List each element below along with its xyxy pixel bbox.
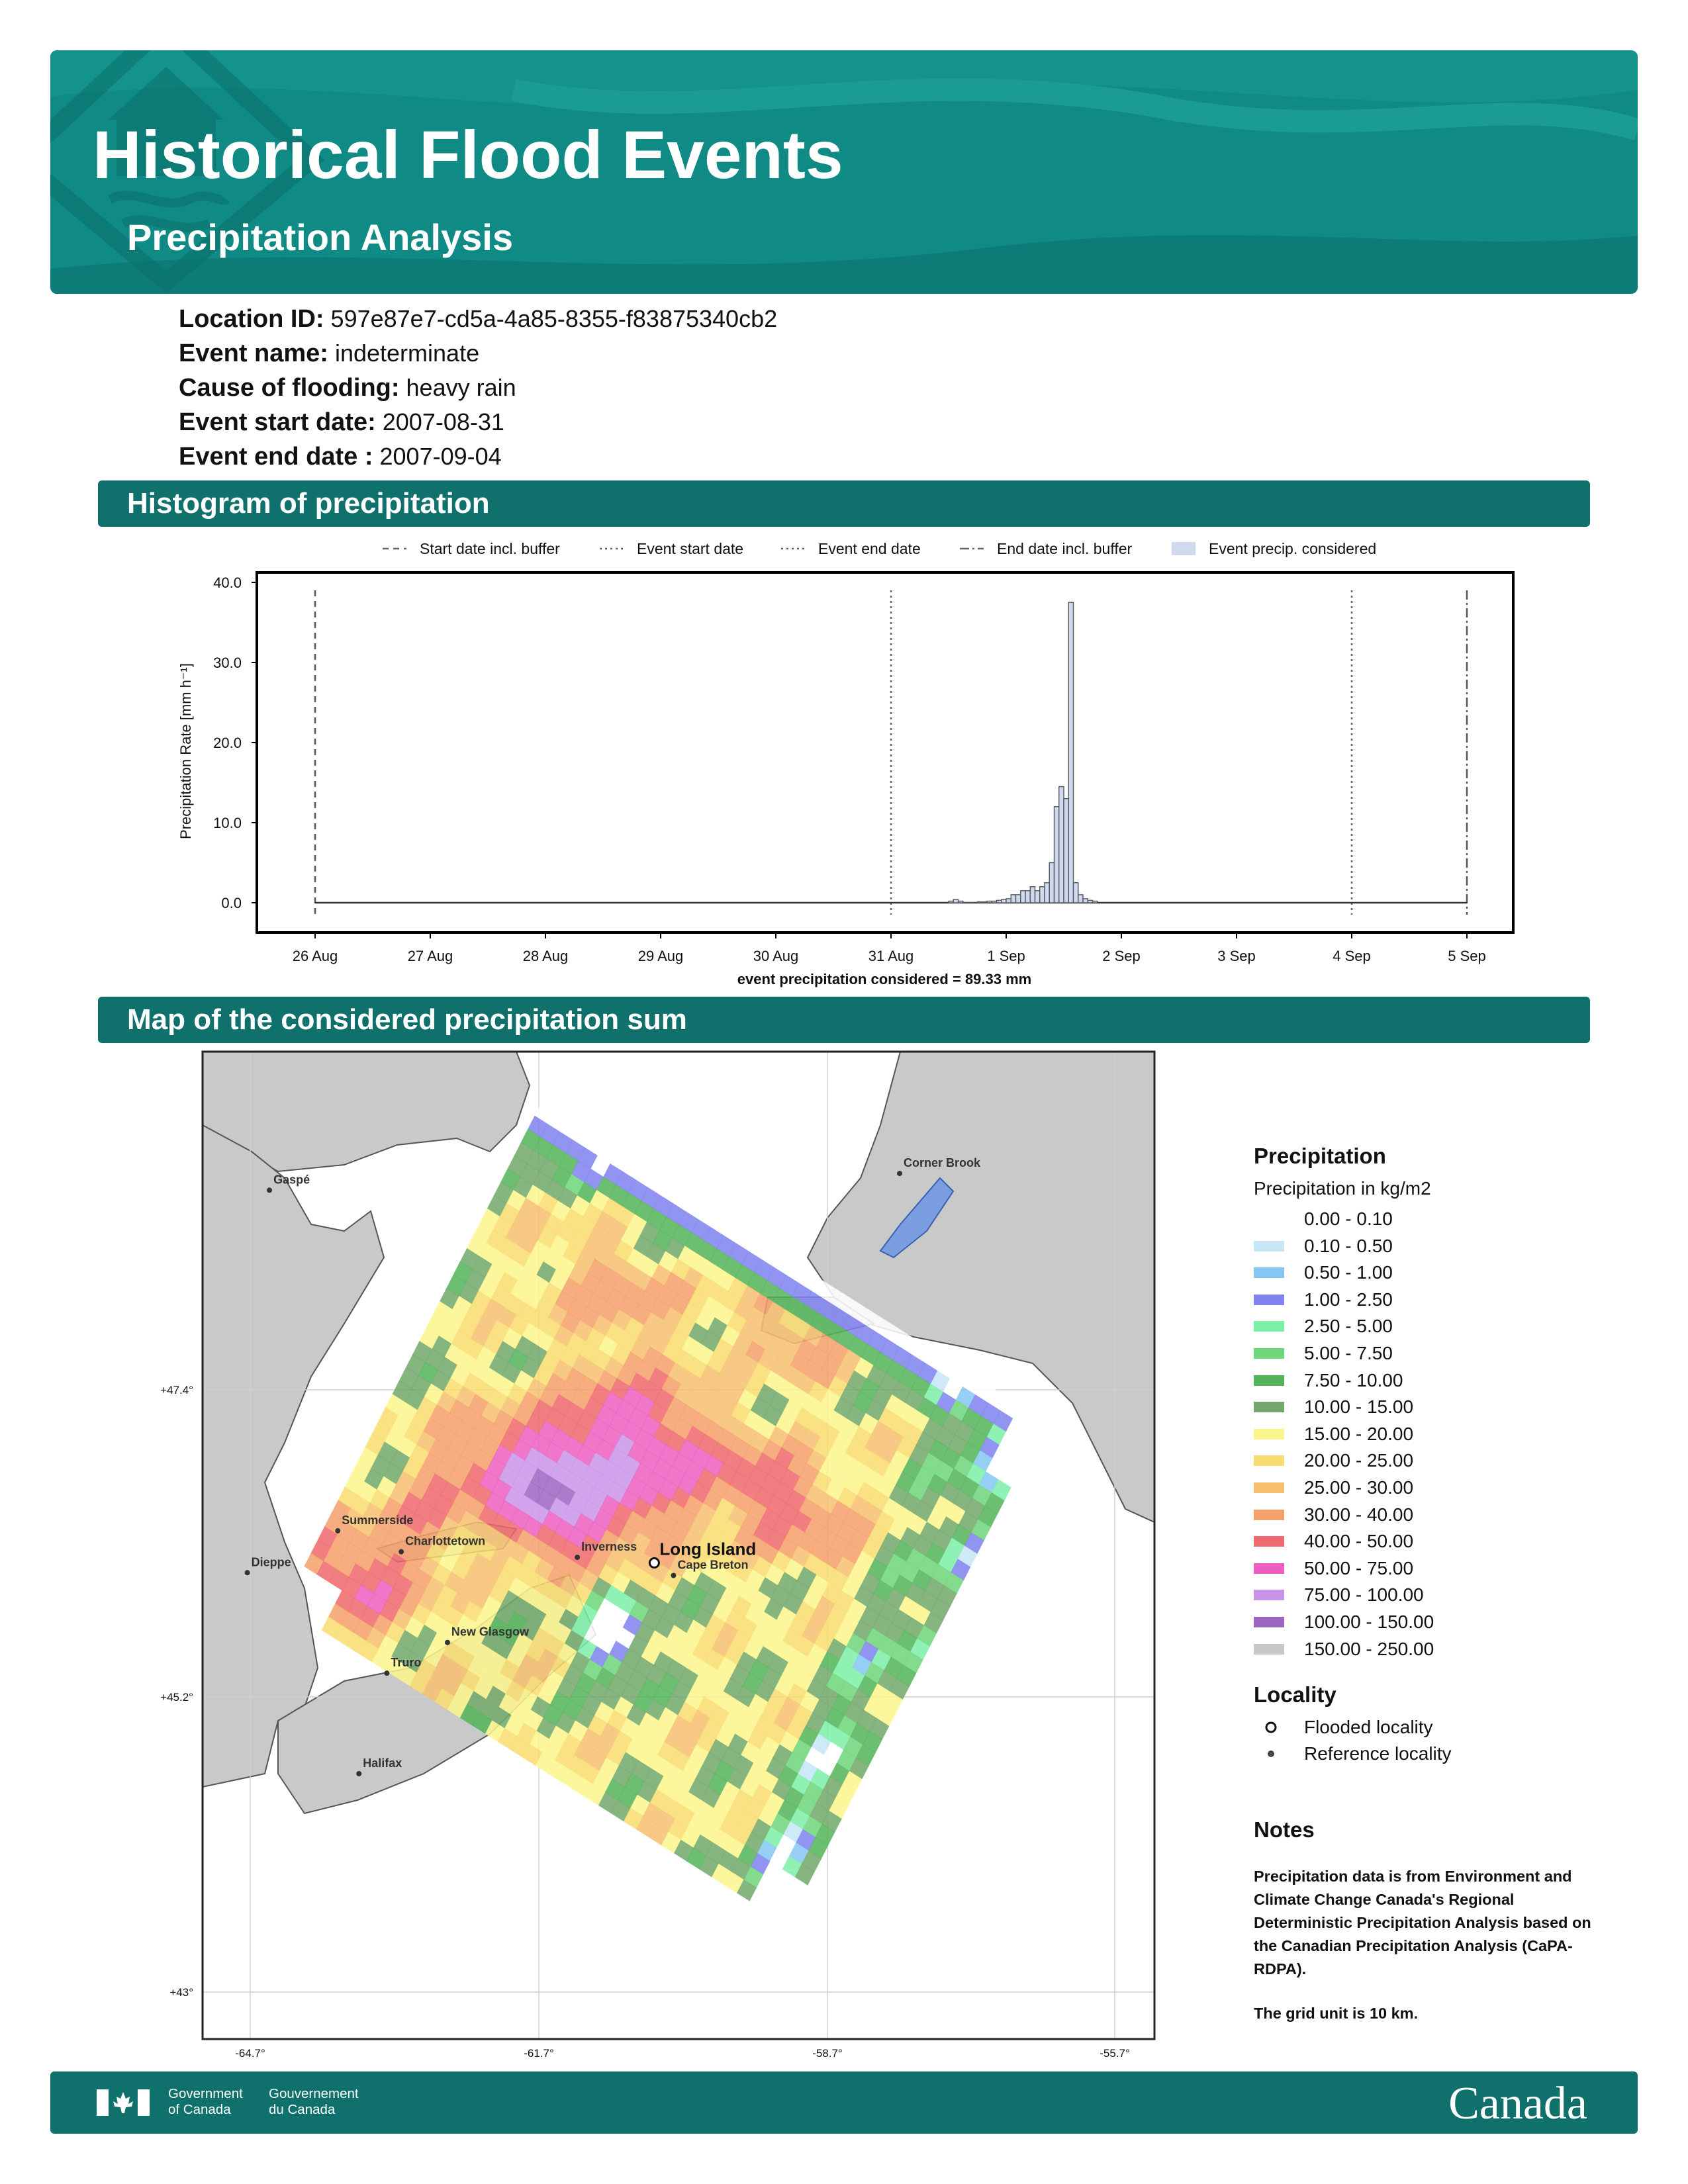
- map-y-tick-label: +45.2°: [160, 1691, 193, 1704]
- reference-locality-marker: [244, 1570, 250, 1576]
- notes-title: Notes: [1254, 1817, 1315, 1842]
- reference-locality-name: Truro: [391, 1656, 421, 1669]
- legend-range-label: 0.00 - 0.10: [1304, 1208, 1393, 1229]
- reference-locality-name: Summerside: [342, 1514, 413, 1527]
- legend-swatch: [1254, 1643, 1284, 1655]
- map-y-tick-label: +47.4°: [160, 1384, 193, 1396]
- reference-locality-marker: [575, 1555, 581, 1561]
- legend-swatch: [1254, 1240, 1284, 1251]
- notes-grid-unit: The grid unit is 10 km.: [1254, 2005, 1419, 2022]
- flooded-locality-marker-icon: [1265, 1721, 1277, 1733]
- gov-en: Government of Canada: [168, 2086, 243, 2118]
- reference-locality-marker: [444, 1639, 450, 1645]
- legend-range-label: 25.00 - 30.00: [1304, 1477, 1414, 1498]
- legend-swatch: [1254, 1590, 1284, 1601]
- legend-swatch: [1254, 1402, 1284, 1413]
- reference-locality-marker: [267, 1187, 273, 1193]
- reference-locality-marker: [335, 1528, 341, 1534]
- legend-range-label: 1.00 - 2.50: [1304, 1289, 1393, 1310]
- reference-locality-name: Dieppe: [252, 1555, 291, 1569]
- legend-swatch: [1254, 1214, 1284, 1224]
- flooded-locality-marker: [648, 1557, 660, 1569]
- reference-locality-name: Cape Breton: [677, 1559, 748, 1572]
- gov-fr: Gouvernement du Canada: [269, 2086, 359, 2118]
- legend-range-label: 0.10 - 0.50: [1304, 1235, 1393, 1256]
- locality-title: Locality: [1254, 1682, 1336, 1707]
- gov-fr-line1: Gouvernement: [269, 2086, 359, 2101]
- legend-swatch: [1254, 1509, 1284, 1520]
- footer: Government of Canada Gouvernement du Canad…: [50, 2071, 1638, 2134]
- reference-locality-name: Charlottetown: [405, 1535, 485, 1548]
- gov-en-line2: of Canada: [168, 2102, 231, 2117]
- reference-locality-marker: [384, 1670, 390, 1676]
- map-x-tick-label: -64.7°: [235, 2047, 265, 2060]
- legend-swatch: [1254, 1455, 1284, 1467]
- reference-locality-name: Inverness: [581, 1540, 637, 1553]
- legend-title: Precipitation: [1254, 1144, 1386, 1168]
- reference-locality-marker: [897, 1171, 902, 1177]
- canada-flag-icon: [97, 2089, 150, 2116]
- legend-swatch: [1254, 1348, 1284, 1359]
- legend-swatch: [1254, 1321, 1284, 1332]
- reference-locality-label: Reference locality: [1304, 1743, 1452, 1764]
- legend-swatch: [1254, 1563, 1284, 1574]
- legend-range-label: 75.00 - 100.00: [1304, 1584, 1424, 1606]
- legend-range-label: 7.50 - 10.00: [1304, 1369, 1403, 1390]
- legend-range-label: 15.00 - 20.00: [1304, 1423, 1414, 1444]
- legend-swatch: [1254, 1294, 1284, 1305]
- legend-range-label: 2.50 - 5.00: [1304, 1316, 1393, 1337]
- reference-locality-marker: [356, 1771, 362, 1776]
- notes-data-source: Precipitation data is from Environment a…: [1254, 1868, 1591, 1978]
- reference-locality-name: New Glasgow: [451, 1625, 530, 1639]
- map-x-tick-label: -58.7°: [812, 2047, 843, 2060]
- flooded-locality-name: Long Island: [659, 1539, 756, 1559]
- legend-range-label: 100.00 - 150.00: [1304, 1612, 1434, 1632]
- gov-fr-line2: du Canada: [269, 2102, 336, 2117]
- gov-en-line1: Government: [168, 2086, 243, 2101]
- legend-range-label: 50.00 - 75.00: [1304, 1557, 1414, 1578]
- map-y-tick-label: +43°: [169, 1986, 193, 1999]
- legend-swatch: [1254, 1536, 1284, 1547]
- map-x-tick-label: -55.7°: [1100, 2047, 1130, 2060]
- reference-locality-name: Corner Brook: [904, 1156, 981, 1169]
- reference-locality-marker-icon: [1268, 1751, 1274, 1757]
- legend-swatch: [1254, 1375, 1284, 1386]
- reference-locality-name: Gaspé: [273, 1173, 310, 1186]
- flooded-locality-label: Flooded locality: [1304, 1717, 1433, 1737]
- legend-swatch: [1254, 1267, 1284, 1279]
- legend-range-label: 10.00 - 15.00: [1304, 1396, 1414, 1418]
- legend-swatch: [1254, 1428, 1284, 1439]
- legend-range-label: 20.00 - 25.00: [1304, 1450, 1414, 1471]
- legend-range-label: 150.00 - 250.00: [1304, 1638, 1434, 1659]
- reference-locality-marker: [671, 1572, 677, 1578]
- legend-swatch: [1254, 1482, 1284, 1493]
- canada-wordmark: Canada: [1448, 2078, 1587, 2129]
- reference-locality-marker: [399, 1549, 404, 1555]
- legend-range-label: 0.50 - 1.00: [1304, 1262, 1393, 1283]
- legend-range-label: 40.00 - 50.00: [1304, 1531, 1414, 1552]
- legend-range-label: 30.00 - 40.00: [1304, 1504, 1414, 1525]
- legend-range-label: 5.00 - 7.50: [1304, 1343, 1393, 1363]
- reference-locality-name: Halifax: [363, 1756, 402, 1770]
- legend-subtitle: Precipitation in kg/m2: [1254, 1178, 1431, 1199]
- legend-swatch: [1254, 1617, 1284, 1627]
- map-x-tick-label: -61.7°: [524, 2047, 554, 2060]
